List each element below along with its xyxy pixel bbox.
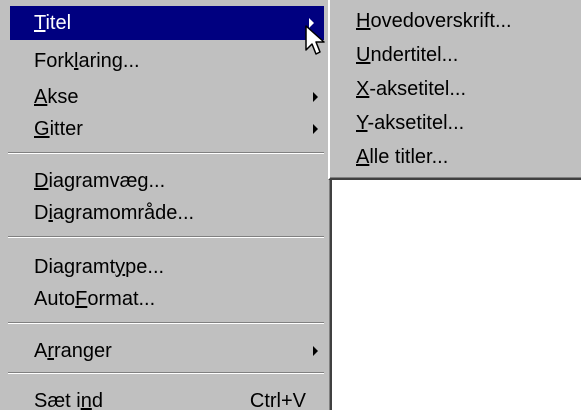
menu-item-label: Sæt ind [34,390,103,412]
format-menu: Titel Forklaring... Akse Gitter Diagramv… [0,0,332,412]
menu-item-shortcut: Ctrl+V [249,390,306,412]
menu-item-label: Arranger [34,340,112,362]
menu-separator [8,372,324,374]
menu-item-akse[interactable]: Akse [20,80,328,114]
submenu-item-label: Undertitel... [356,44,459,66]
arrow-cursor-icon [305,25,325,55]
submenu-arrow-icon [313,124,318,134]
menu-item-label: Diagramtype... [34,256,165,278]
submenu-item-label: X-aksetitel... [356,78,467,100]
menu-item-arranger[interactable]: Arranger [20,334,328,368]
submenu-item-alle-titler[interactable]: Alle titler... [338,140,578,174]
menu-separator [8,322,324,324]
menu-item-diagramomraade[interactable]: Diagramområde... [20,196,328,230]
submenu-item-label: Hovedoverskrift... [356,10,512,32]
menu-item-saet-ind[interactable]: Sæt ind Ctrl+V [20,384,328,418]
menu-item-autoformat[interactable]: AutoFormat... [20,282,328,316]
menu-separator [8,152,324,154]
submenu-item-hovedoverskrift[interactable]: Hovedoverskrift... [338,4,578,38]
menu-item-diagramvaeg[interactable]: Diagramvæg... [20,164,328,198]
menu-item-gitter[interactable]: Gitter [20,112,328,146]
menu-item-titel[interactable]: Titel [10,6,324,40]
titel-submenu: Hovedoverskrift... Undertitel... X-akset… [328,0,581,180]
submenu-arrow-icon [313,92,318,102]
menu-item-label: Diagramområde... [34,202,195,224]
submenu-item-undertitel[interactable]: Undertitel... [338,38,578,72]
menu-item-label: Gitter [34,118,83,140]
submenu-item-label: Alle titler... [356,146,449,168]
menu-item-label: AutoFormat... [34,288,156,310]
menu-item-label: Forklaring... [34,50,140,72]
submenu-arrow-icon [313,346,318,356]
menu-item-label: Titel [34,12,72,34]
menu-item-diagramtype[interactable]: Diagramtype... [20,250,328,284]
submenu-item-label: Y-aksetitel... [356,112,465,134]
menu-item-forklaring[interactable]: Forklaring... [20,44,328,78]
submenu-item-x-aksetitel[interactable]: X-aksetitel... [338,72,578,106]
submenu-item-y-aksetitel[interactable]: Y-aksetitel... [338,106,578,140]
menu-item-label: Akse [34,86,79,108]
menu-item-label: Diagramvæg... [34,170,166,192]
menu-separator [8,236,324,238]
